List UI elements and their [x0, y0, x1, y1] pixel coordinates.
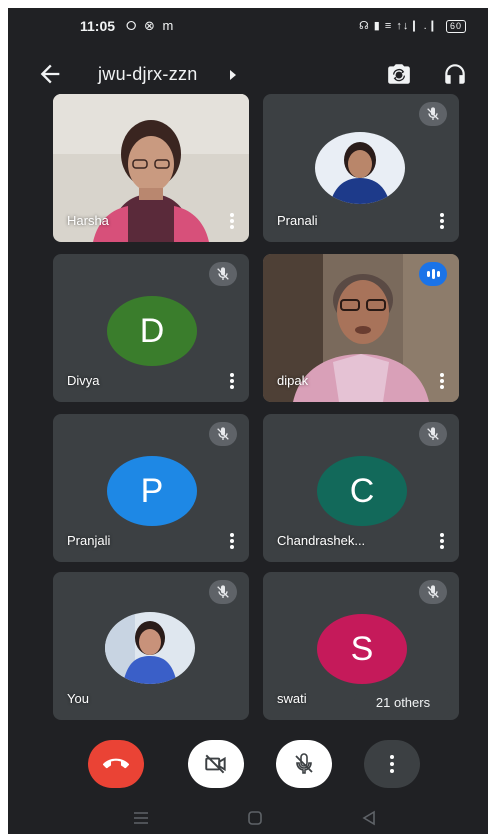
participant-photo: [105, 612, 195, 684]
participant-name: swati: [277, 691, 307, 706]
mic-off-icon: [419, 422, 447, 446]
mic-off-icon: [209, 422, 237, 446]
participant-tile[interactable]: Pranali: [263, 94, 459, 242]
meeting-code[interactable]: jwu-djrx-zzn: [98, 64, 198, 85]
participant-name: Divya: [67, 373, 100, 388]
participant-avatar: D: [107, 296, 197, 366]
more-vert-icon[interactable]: [229, 373, 235, 389]
switch-camera-icon[interactable]: [386, 61, 412, 87]
mic-toggle-button[interactable]: [276, 740, 332, 788]
participant-name: Pranali: [277, 213, 318, 228]
caret-right-icon[interactable]: [230, 70, 236, 80]
mic-off-icon: [295, 753, 313, 774]
participant-avatar: C: [317, 456, 407, 526]
participant-tile[interactable]: Harsha: [53, 94, 249, 242]
mic-off-icon: [209, 262, 237, 286]
notification-icons: ⭘ ⊗ m: [126, 18, 176, 33]
more-vert-icon[interactable]: [229, 213, 235, 229]
status-time: 11:05: [80, 18, 116, 34]
call-end-icon: [103, 758, 129, 769]
others-button[interactable]: 21 others: [354, 688, 452, 718]
meeting-header: jwu-djrx-zzn: [8, 52, 488, 96]
home-icon[interactable]: [246, 810, 264, 826]
mic-off-icon: [419, 580, 447, 604]
participant-tile[interactable]: dipak: [263, 254, 459, 402]
headphones-icon[interactable]: [442, 61, 468, 87]
more-vert-icon[interactable]: [439, 213, 445, 229]
signal-icons: ☊ ▮ ≡ ↑↓❙ .❙: [358, 20, 438, 32]
participant-name: You: [67, 691, 89, 706]
participant-name: Harsha: [67, 213, 109, 228]
mic-off-icon: [209, 580, 237, 604]
status-bar: 11:05 ⭘ ⊗ m ☊ ▮ ≡ ↑↓❙ .❙ 60: [8, 8, 488, 44]
end-call-button[interactable]: [88, 740, 144, 788]
meet-screen: 11:05 ⭘ ⊗ m ☊ ▮ ≡ ↑↓❙ .❙ 60 jwu-djrx-zzn: [8, 8, 488, 834]
participant-tile[interactable]: P Pranjali: [53, 414, 249, 562]
more-vert-icon[interactable]: [229, 533, 235, 549]
system-nav-bar: [8, 804, 488, 834]
participant-name: Pranjali: [67, 533, 111, 548]
videocam-off-icon: [205, 754, 226, 774]
speaking-indicator-icon: [419, 262, 447, 286]
mic-off-icon: [419, 102, 447, 126]
back-arrow-icon[interactable]: [36, 60, 64, 88]
participant-name: dipak: [277, 373, 309, 388]
recents-menu-icon[interactable]: [132, 810, 150, 826]
participant-tile[interactable]: You: [53, 572, 249, 720]
more-vert-icon: [390, 755, 394, 773]
participant-photo: [315, 132, 405, 204]
battery-icon: 60: [445, 20, 466, 33]
system-icons: ☊ ▮ ≡ ↑↓❙ .❙ 60: [359, 19, 466, 33]
camera-toggle-button[interactable]: [188, 740, 244, 788]
participant-avatar: S: [317, 614, 407, 684]
call-controls: [8, 736, 488, 796]
more-vert-icon[interactable]: [439, 533, 445, 549]
participant-tile[interactable]: D Divya: [53, 254, 249, 402]
participant-name: Chandrashek...: [277, 533, 366, 548]
participant-avatar: P: [107, 456, 197, 526]
more-options-button[interactable]: [364, 740, 420, 788]
participant-tile[interactable]: C Chandrashek...: [263, 414, 459, 562]
back-triangle-icon[interactable]: [360, 810, 378, 826]
more-vert-icon[interactable]: [439, 373, 445, 389]
